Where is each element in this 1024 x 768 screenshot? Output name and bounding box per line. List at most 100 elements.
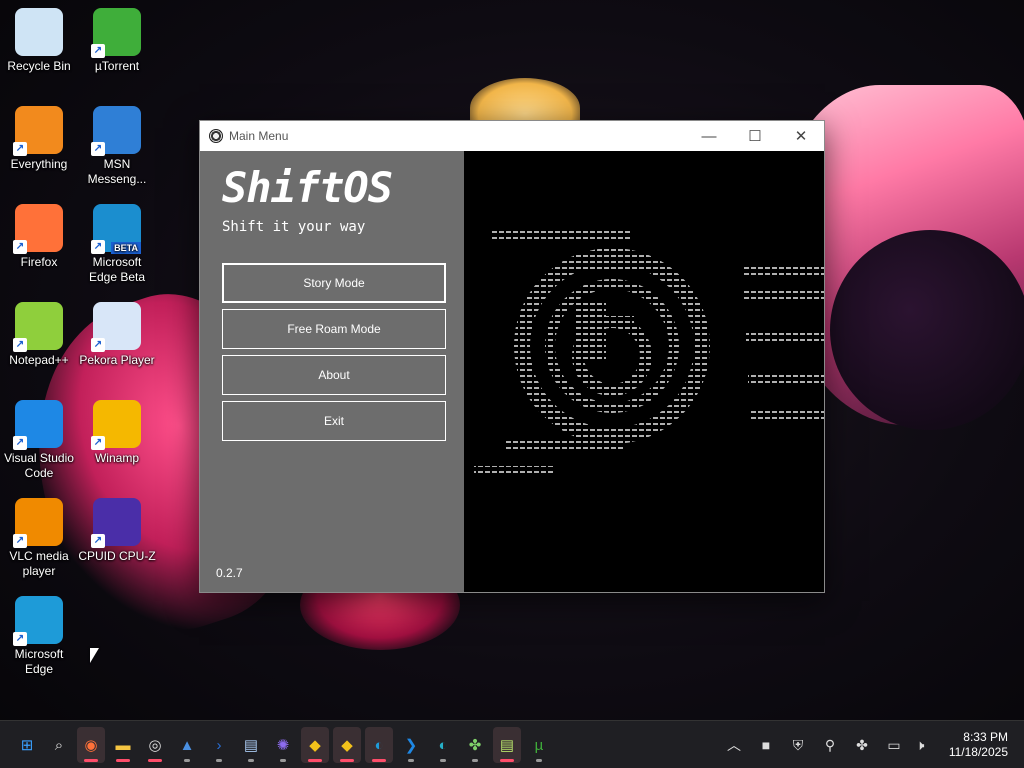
shiftos-main-menu-window: Main Menu — ☐ ✕ ShiftOS Shift it your wa… [199,120,825,593]
winamp-icon: ↗ [91,400,141,450]
shortcut-arrow-icon: ↗ [91,534,105,548]
desktop-icon[interactable]: ↗ Winamp [78,400,156,466]
desktop-icon-label: Recycle Bin [7,59,71,73]
running-indicator [216,759,222,762]
taskbar-security-shield-button[interactable]: ◆ [301,727,329,763]
running-indicator [408,759,414,762]
vscode-icon: ❯ [404,737,418,754]
desktop-icon[interactable]: ↗ VLC media player [0,498,78,579]
cpuz-icon: ↗ [91,498,141,548]
taskbar-start-button[interactable]: ⊞ [13,727,41,763]
desktop-icon[interactable]: ↗ Visual Studio Code [0,400,78,481]
edge-icon: ◐ [374,736,384,754]
system-clock[interactable]: 8:33 PM 11/18/2025 [949,730,1008,760]
mouse-cursor [90,648,99,663]
desktop-icon-label: VLC media player [9,549,69,578]
desktop-icon[interactable]: ↗ CPUID CPU-Z [78,498,156,564]
taskbar-file-explorer-button[interactable]: ▬ [109,727,137,763]
msn-messenger-icon: ↗ [91,106,141,156]
taskbar-powershell-button[interactable]: › [205,727,233,763]
taskbar-notepad-button[interactable]: ▤ [237,727,265,763]
beta-badge: BETA [111,242,141,254]
taskbar-notepadpp-button[interactable]: ▤ [493,727,521,763]
desktop-icon[interactable]: ↗ Microsoft Edge [0,596,78,677]
pekora-player-icon: ↗ [91,302,141,352]
desktop-icon[interactable]: ↗ MSN Messeng... [78,106,156,187]
shortcut-arrow-icon: ↗ [91,436,105,450]
title-bar[interactable]: Main Menu — ☐ ✕ [200,121,824,151]
story-mode-button[interactable]: Story Mode [222,263,446,303]
task-manager-icon: ▲ [179,736,195,754]
running-indicator [440,759,446,762]
chevron-up-icon[interactable]: ︿ [724,733,744,757]
running-indicator [500,759,514,762]
shortcut-arrow-icon: ↗ [13,142,27,156]
desktop-icon-label: Microsoft Edge Beta [88,255,146,284]
desktop-icon[interactable]: ↗ µTorrent [78,8,156,74]
network-app-icon[interactable]: ✤ [852,733,872,757]
taskbar: ⊞ ⌕ ◉ ▬ ◎ ▲ › ▤ ✺ ◆ ◆ ◐ ❯ ◐ ✤ ▤ µ ︿ ■ ⛨ ⚲ ✤ ▭ 🕨 8:33 PM 11/18/… [0,720,1024,768]
wallpaper-shape [830,230,1024,430]
desktop-icon[interactable]: ↗ Notepad++ [0,302,78,368]
taskbar-security-shield-2-button[interactable]: ◆ [333,727,361,763]
taskbar-app-purple-button[interactable]: ✺ [269,727,297,763]
taskbar-utorrent-button[interactable]: µ [525,727,553,763]
everything-tray-icon[interactable]: ⚲ [820,733,840,757]
desktop-icon[interactable]: ↗ Pekora Player [78,302,156,368]
firefox-icon: ◉ [84,737,98,754]
desktop-icon-label: Notepad++ [9,353,69,367]
exit-button[interactable]: Exit [222,401,446,441]
shortcut-arrow-icon: ↗ [13,534,27,548]
notepad-icon: ▤ [243,737,259,754]
desktop-icon-label: CPUID CPU-Z [78,549,156,563]
running-indicator [340,759,354,762]
running-indicator [280,759,286,762]
desktop-icon-label: Winamp [94,451,139,465]
brand-tagline: Shift it your way [222,219,366,235]
vscode-icon: ↗ [13,400,63,450]
free-roam-mode-button[interactable]: Free Roam Mode [222,309,446,349]
desktop-icon-label: Pekora Player [79,353,155,367]
puzzle-app-icon: ✤ [468,737,482,754]
blue-square-icon[interactable]: ■ [756,733,776,757]
app-purple-icon: ✺ [276,737,290,754]
taskbar-shiftos-button[interactable]: ◎ [141,727,169,763]
window-title: Main Menu [229,129,289,143]
notepadpp-icon: ↗ [13,302,63,352]
shortcut-arrow-icon: ↗ [13,632,27,646]
taskbar-edge-beta-button[interactable]: ◐ [429,727,457,763]
defender-warning-icon[interactable]: ⛨ [788,733,808,757]
intro-animation-panel [464,151,824,592]
shiftos-app-icon [209,129,223,143]
vlc-icon: ↗ [13,498,63,548]
running-indicator [472,759,478,762]
edge-icon: ↗ [13,596,63,646]
taskbar-puzzle-app-button[interactable]: ✤ [461,727,489,763]
desktop-icon-label: Microsoft Edge [14,647,64,676]
taskbar-vscode-button[interactable]: ❯ [397,727,425,763]
taskbar-search-button[interactable]: ⌕ [45,727,73,763]
running-indicator [372,759,386,762]
running-indicator [536,759,542,762]
shortcut-arrow-icon: ↗ [13,240,27,254]
file-explorer-icon: ▬ [115,736,131,754]
utorrent-icon: ↗ [91,8,141,58]
shortcut-arrow-icon: ↗ [91,240,105,254]
maximize-button[interactable]: ☐ [732,121,778,151]
desktop-icon[interactable]: ↗ Firefox [0,204,78,270]
shortcut-arrow-icon: ↗ [91,142,105,156]
shortcut-arrow-icon: ↗ [91,44,105,58]
minimize-button[interactable]: — [686,121,732,151]
desktop-icon[interactable]: Recycle Bin [0,8,78,74]
taskbar-edge-button[interactable]: ◐ [365,727,393,763]
display-icon[interactable]: ▭ [884,733,904,757]
taskbar-task-manager-button[interactable]: ▲ [173,727,201,763]
desktop-icon[interactable]: ↗ BETA Microsoft Edge Beta [78,204,156,285]
about-button[interactable]: About [222,355,446,395]
close-button[interactable]: ✕ [778,121,824,151]
edge-beta-icon: ↗ BETA [91,204,141,254]
notepadpp-icon: ▤ [499,737,515,754]
volume-muted-icon[interactable]: 🕨 [910,733,930,757]
desktop-icon[interactable]: ↗ Everything [0,106,78,172]
taskbar-firefox-button[interactable]: ◉ [77,727,105,763]
